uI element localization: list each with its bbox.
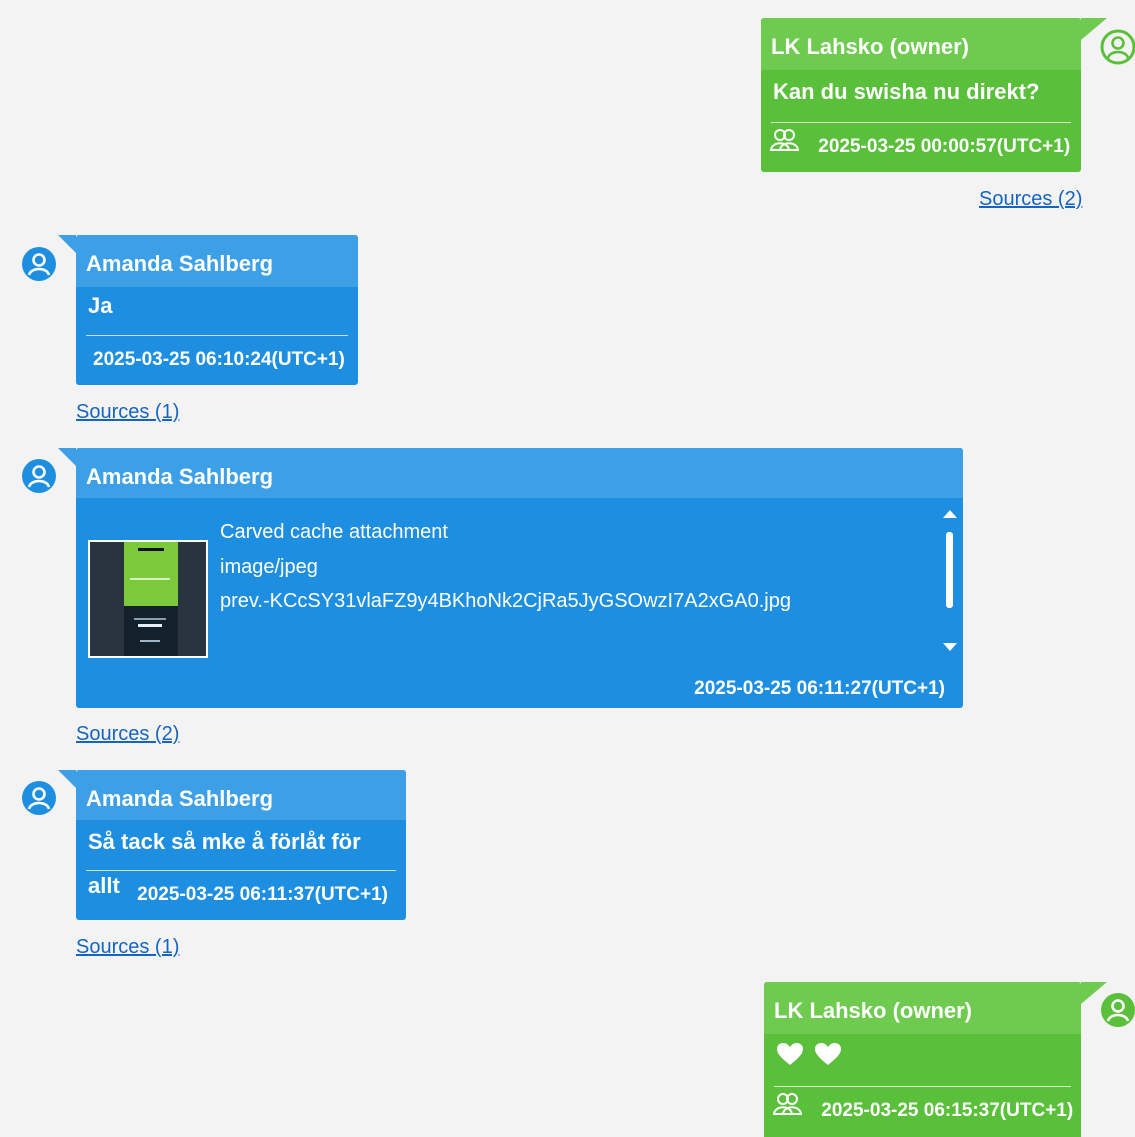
sources-link[interactable]: Sources (2) <box>979 188 1082 211</box>
sources-link[interactable]: Sources (1) <box>76 936 179 959</box>
message-text <box>764 1034 1081 1086</box>
message-bubble[interactable]: Amanda Sahlberg Så tack så mke å förlåt … <box>58 770 406 920</box>
message-text: Ja <box>88 293 113 318</box>
attachment-panel[interactable]: Carved cache attachment image/jpeg prev.… <box>76 498 963 668</box>
sender-name: LK Lahsko (owner) <box>761 18 1081 70</box>
white-heart-icon <box>814 1035 842 1083</box>
sources-link[interactable]: Sources (1) <box>76 401 179 424</box>
group-icon <box>769 123 800 171</box>
attachment-thumbnail[interactable] <box>88 540 208 658</box>
message-bubble[interactable]: LK Lahsko (owner) 2025-03-25 06:15:37(UT… <box>764 982 1107 1137</box>
scroll-up-arrow-icon[interactable] <box>943 510 957 518</box>
contact-avatar-icon <box>21 458 57 494</box>
scrollbar-thumb[interactable] <box>946 532 953 608</box>
timestamp: 2025-03-25 06:10:24(UTC+1) <box>93 349 345 370</box>
contact-avatar-icon <box>21 246 57 282</box>
sender-name: Amanda Sahlberg <box>76 235 358 287</box>
contact-avatar-icon <box>21 780 57 816</box>
timestamp: 2025-03-25 00:00:57(UTC+1) <box>818 136 1071 158</box>
group-icon <box>772 1087 803 1135</box>
sender-name: LK Lahsko (owner) <box>764 982 1081 1034</box>
sender-name: Amanda Sahlberg <box>76 448 963 498</box>
scroll-down-arrow-icon[interactable] <box>943 643 957 651</box>
white-heart-icon <box>776 1035 804 1083</box>
attachment-bubble[interactable]: Amanda Sahlberg Carved cache attachment … <box>58 448 963 708</box>
message-text: Kan du swisha nu direkt? <box>773 79 1040 104</box>
sources-link[interactable]: Sources (2) <box>76 723 179 746</box>
timestamp: 2025-03-25 06:11:37(UTC+1) <box>137 884 388 905</box>
sender-name: Amanda Sahlberg <box>76 770 406 820</box>
message-bubble[interactable]: LK Lahsko (owner) Kan du swisha nu direk… <box>761 18 1107 172</box>
timestamp: 2025-03-25 06:15:37(UTC+1) <box>821 1100 1074 1122</box>
attachment-filename[interactable]: prev.-KCcSY31vlaFZ9y4BKhoNk2CjRa5JyGSOwz… <box>220 590 791 613</box>
message-bubble[interactable]: Amanda Sahlberg Ja 2025-03-25 06:10:24(U… <box>58 235 358 385</box>
attachment-title: Carved cache attachment <box>220 521 448 543</box>
attachment-mime: image/jpeg <box>220 556 318 578</box>
message-text: Så tack så mke å förlåt för allt <box>88 829 361 898</box>
timestamp: 2025-03-25 06:11:27(UTC+1) <box>694 678 945 699</box>
